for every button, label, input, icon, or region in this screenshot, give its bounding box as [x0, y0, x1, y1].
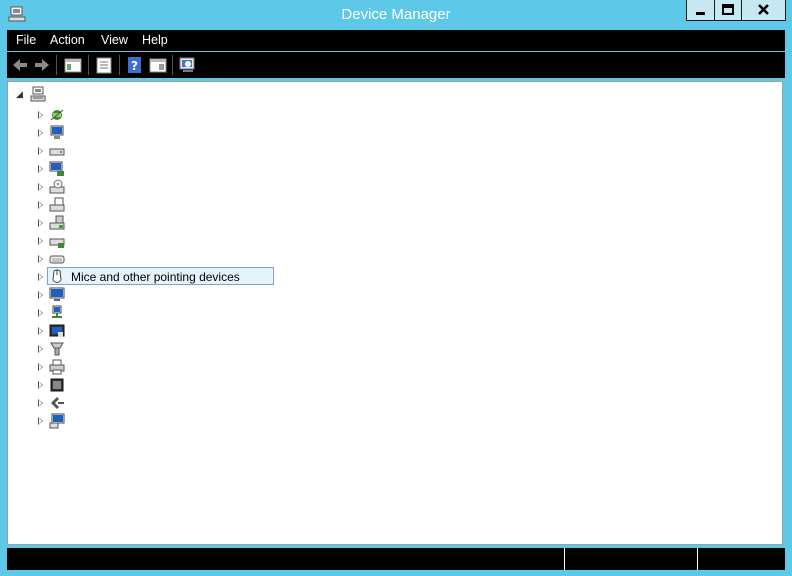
device-manager-window: Device Manager File Action View Help ? ◢…: [0, 0, 792, 576]
expand-arrow-icon[interactable]: [38, 327, 43, 335]
expand-arrow-icon[interactable]: [38, 417, 43, 425]
close-button[interactable]: [741, 0, 786, 21]
title-bar[interactable]: Device Manager: [0, 0, 792, 30]
keyboard-icon: [49, 255, 65, 264]
expand-arrow-icon[interactable]: [38, 291, 43, 299]
computer-icon: [30, 86, 46, 102]
expand-arrow-icon[interactable]: [38, 219, 43, 227]
status-bar: [7, 548, 785, 570]
menu-bar: File Action View Help: [7, 30, 785, 51]
status-separator: [697, 548, 698, 570]
tree-node[interactable]: [38, 304, 258, 322]
scan-hardware-icon[interactable]: [178, 55, 198, 75]
menu-view[interactable]: View: [101, 33, 128, 47]
print-queue-icon: [49, 359, 65, 375]
ide-controller-icon: [49, 238, 65, 248]
expand-arrow-icon[interactable]: [38, 183, 43, 191]
system-devices-icon: [49, 413, 65, 429]
display-adapter-icon: [49, 161, 64, 176]
floppy-drive-icon: [49, 215, 65, 230]
expand-arrow-icon[interactable]: [38, 111, 43, 119]
floppy-controller-icon: [49, 197, 65, 212]
tree-node[interactable]: [38, 142, 258, 160]
tree-node[interactable]: [38, 214, 258, 232]
other-devices-icon: [49, 324, 65, 337]
tree-node-label: Mice and other pointing devices: [71, 270, 240, 284]
toolbar-separator: [88, 55, 89, 75]
tree-node[interactable]: [38, 124, 258, 142]
collapse-arrow-icon[interactable]: ◢: [16, 89, 23, 100]
processor-icon: [50, 378, 64, 392]
expand-arrow-icon[interactable]: [38, 345, 43, 353]
disk-drive-icon: [49, 148, 65, 156]
mouse-icon: [52, 269, 62, 283]
minimize-button[interactable]: [686, 0, 715, 21]
toolbar-separator: [56, 55, 57, 75]
monitor-icon: [49, 287, 65, 301]
device-tree-pane[interactable]: ◢ Mice and other pointing devices: [7, 81, 783, 545]
expand-arrow-icon[interactable]: [38, 237, 43, 245]
toolbar-separator: [172, 55, 173, 75]
storage-controller-icon: [51, 397, 64, 409]
tree-node[interactable]: [38, 340, 258, 358]
svg-text:?: ?: [131, 59, 138, 73]
forward-icon[interactable]: [32, 55, 52, 75]
tree-node[interactable]: [38, 358, 258, 376]
tree-node[interactable]: [38, 106, 258, 124]
menu-help[interactable]: Help: [142, 33, 168, 47]
tree-node[interactable]: [38, 322, 258, 340]
expand-arrow-icon[interactable]: [38, 201, 43, 209]
back-icon[interactable]: [10, 55, 30, 75]
tree-node[interactable]: [38, 178, 258, 196]
toolbar: ?: [7, 52, 785, 78]
menu-action[interactable]: Action: [50, 33, 85, 47]
computer-icon: [50, 125, 64, 139]
maximize-icon: [722, 4, 734, 15]
tree-node[interactable]: [38, 250, 258, 268]
tree-node[interactable]: [38, 196, 258, 214]
tree-node[interactable]: [38, 376, 258, 394]
help-icon[interactable]: ?: [125, 55, 145, 75]
audio-inputs-icon: [50, 109, 64, 121]
expand-arrow-icon[interactable]: [38, 399, 43, 407]
tree-node[interactable]: Mice and other pointing devices: [38, 267, 274, 286]
toolbar-separator: [119, 55, 120, 75]
show-hide-console-tree-icon[interactable]: [63, 55, 83, 75]
tree-node[interactable]: [38, 412, 258, 430]
maximize-button[interactable]: [714, 0, 742, 21]
tree-node[interactable]: [38, 160, 258, 178]
close-icon: [758, 4, 769, 15]
properties-icon[interactable]: [94, 55, 114, 75]
expand-arrow-icon[interactable]: [38, 273, 43, 281]
expand-arrow-icon[interactable]: [38, 129, 43, 137]
menu-file[interactable]: File: [16, 33, 36, 47]
minimize-icon: [696, 12, 705, 15]
expand-arrow-icon[interactable]: [38, 165, 43, 173]
status-separator: [564, 548, 565, 570]
window-title: Device Manager: [341, 6, 451, 23]
expand-arrow-icon[interactable]: [38, 309, 43, 317]
tree-node[interactable]: [38, 232, 258, 250]
dvd-drive-icon: [49, 179, 65, 194]
show-action-pane-icon[interactable]: [148, 55, 168, 75]
expand-arrow-icon[interactable]: [38, 255, 43, 263]
tree-node[interactable]: [38, 394, 258, 412]
expand-arrow-icon[interactable]: [38, 363, 43, 371]
ports-icon: [50, 342, 64, 356]
tree-node[interactable]: [38, 286, 258, 304]
network-adapter-icon: [52, 305, 62, 318]
expand-arrow-icon[interactable]: [38, 147, 43, 155]
expand-arrow-icon[interactable]: [38, 381, 43, 389]
